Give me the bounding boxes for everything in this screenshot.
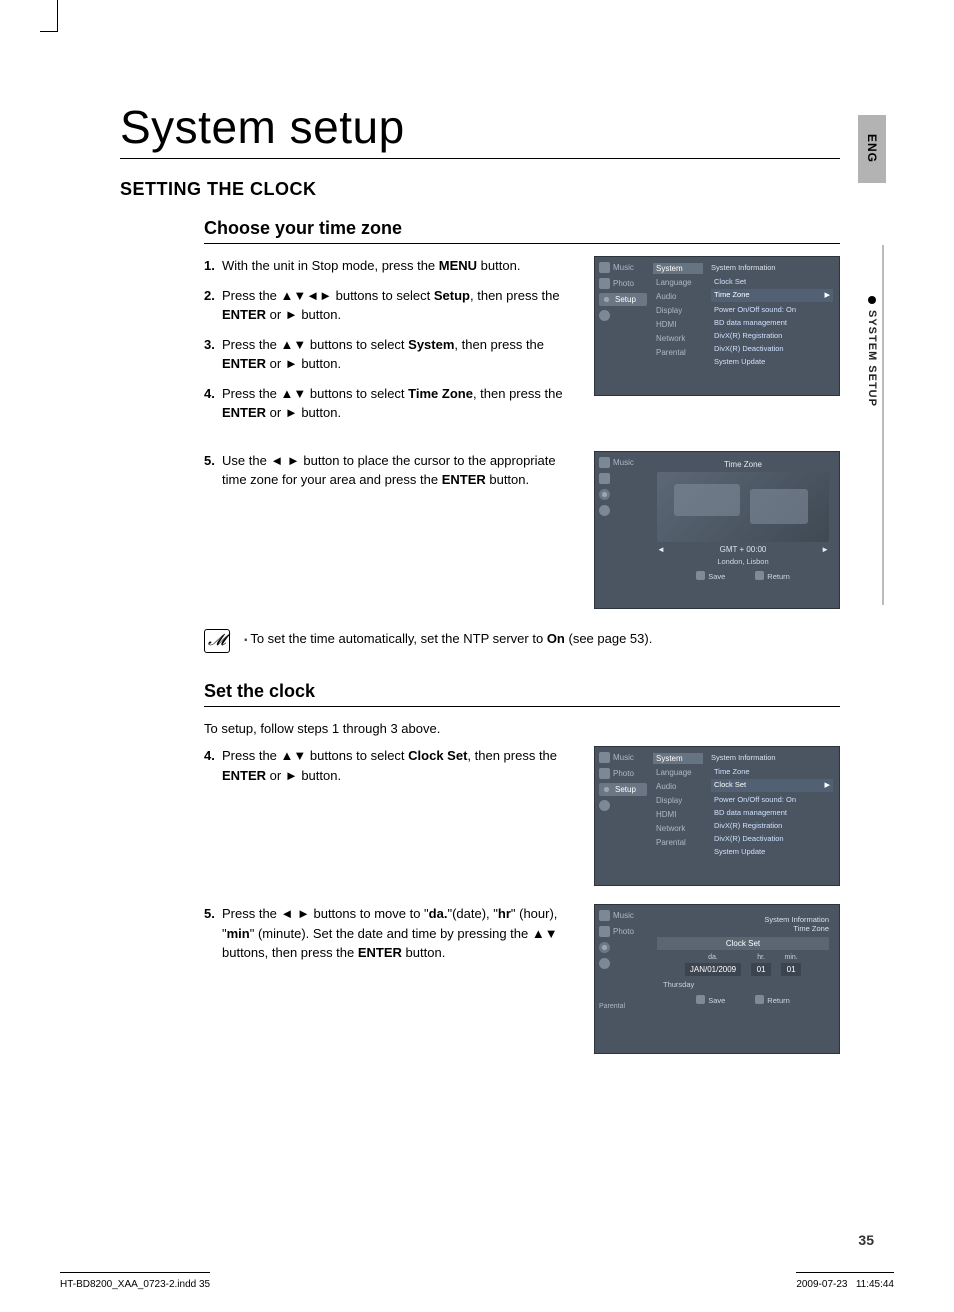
r-timezone: Time Zone▸ bbox=[711, 289, 833, 302]
chevron-right-icon: ▸ bbox=[824, 290, 830, 301]
step-3: 3. Press the ▲▼ buttons to select System… bbox=[204, 335, 576, 374]
set-clock-step-4: 4. Press the ▲▼ buttons to select Clock … bbox=[204, 746, 576, 785]
screenshot-timezone-map: Music Time Zone ◄ GMT + 00:00 ► Lo bbox=[594, 451, 840, 609]
arrow-left-icon: ◄ bbox=[657, 545, 665, 554]
sb-extra bbox=[599, 309, 647, 322]
save-button: Save bbox=[696, 571, 725, 581]
language-tab: ENG bbox=[858, 115, 886, 183]
step-4: 4. Press the ▲▼ buttons to select Time Z… bbox=[204, 384, 576, 423]
sb-parental: Parental bbox=[599, 1002, 647, 1011]
mid-system: System bbox=[653, 263, 703, 274]
music-icon bbox=[599, 262, 610, 273]
sb-music: Music bbox=[599, 261, 647, 274]
music-icon bbox=[599, 910, 610, 921]
tz-title: Time Zone bbox=[724, 460, 762, 469]
gear-icon bbox=[599, 489, 610, 500]
music-icon bbox=[599, 457, 610, 468]
step-1: 1. With the unit in Stop mode, press the… bbox=[204, 256, 576, 276]
screenshot-clockset-menu: Music Photo Setup System Language Audio … bbox=[594, 746, 840, 886]
screenshot-clockset-fields: Music Photo Parental System Information … bbox=[594, 904, 840, 1054]
hour-field: 01 bbox=[751, 963, 771, 976]
note-text: To set the time automatically, set the N… bbox=[244, 629, 652, 649]
subsection-set-clock: Set the clock bbox=[204, 681, 840, 707]
photo-icon bbox=[599, 473, 610, 484]
footer-datetime: 2009-07-23 11:45:44 bbox=[796, 1272, 894, 1290]
photo-icon bbox=[599, 926, 610, 937]
subsection-choose-tz: Choose your time zone bbox=[204, 218, 840, 244]
date-field: JAN/01/2009 bbox=[685, 963, 741, 976]
screenshot-system-menu: Music Photo Setup System Language Audio … bbox=[594, 256, 840, 396]
arrow-right-icon: ► bbox=[821, 545, 829, 554]
page-number: 35 bbox=[858, 1232, 874, 1248]
crop-mark bbox=[40, 0, 58, 32]
step-2: 2. Press the ▲▼◄► buttons to select Setu… bbox=[204, 286, 576, 325]
chevron-right-icon: ▸ bbox=[824, 780, 830, 791]
step-5: 5. Use the ◄ ► button to place the curso… bbox=[204, 451, 576, 490]
gear-icon bbox=[601, 294, 612, 305]
return-button: Return bbox=[755, 571, 790, 581]
photo-icon bbox=[599, 278, 610, 289]
set-clock-step-5: 5. Press the ◄ ► buttons to move to "da.… bbox=[204, 904, 576, 963]
section-heading: SETTING THE CLOCK bbox=[120, 179, 840, 200]
min-field: 01 bbox=[781, 963, 801, 976]
note-icon: 𝓜 bbox=[204, 629, 230, 653]
return-button: Return bbox=[755, 995, 790, 1005]
day-label: Thursday bbox=[663, 980, 694, 989]
tz-city: London, Lisbon bbox=[717, 557, 768, 566]
gmt-offset: GMT + 00:00 bbox=[720, 545, 767, 554]
clockset-bar: Clock Set bbox=[657, 937, 829, 950]
round-icon bbox=[599, 505, 610, 516]
round-icon bbox=[599, 310, 610, 321]
sb-setup: Setup bbox=[599, 293, 647, 306]
page-title: System setup bbox=[120, 100, 840, 159]
footer-file: HT-BD8200_XAA_0723-2.indd 35 bbox=[60, 1272, 210, 1290]
gear-icon bbox=[599, 942, 610, 953]
sb-photo: Photo bbox=[599, 277, 647, 290]
set-clock-intro: To setup, follow steps 1 through 3 above… bbox=[204, 719, 840, 739]
round-icon bbox=[599, 800, 610, 811]
gear-icon bbox=[601, 784, 612, 795]
section-side-tab: SYSTEM SETUP bbox=[858, 296, 886, 407]
save-button: Save bbox=[696, 995, 725, 1005]
world-map bbox=[657, 472, 829, 542]
round-icon bbox=[599, 958, 610, 969]
music-icon bbox=[599, 752, 610, 763]
photo-icon bbox=[599, 768, 610, 779]
